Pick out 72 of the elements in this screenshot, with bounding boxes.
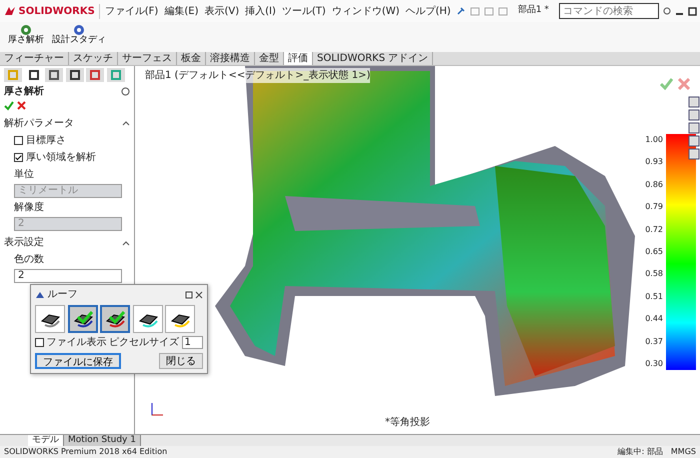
ok-icon[interactable] [4,101,14,111]
legend-label: 0.79 [645,201,663,214]
close-button[interactable]: 閉じる [159,352,203,368]
status-text: MMGS [670,446,696,458]
panel-icon [70,70,80,80]
menu-item[interactable]: 編集(E) [163,4,200,18]
field-label: 解像度 [13,200,45,214]
command-tab[interactable]: 評価 [284,52,313,65]
block-icon [72,308,94,328]
tool-button[interactable] [132,304,162,332]
tool-button[interactable] [68,304,98,332]
panel-icon [110,70,120,80]
app-icon [35,290,45,298]
maximize-icon[interactable] [184,290,192,298]
collapse-icon[interactable] [122,120,130,126]
ribbon-button[interactable]: 厚さ解析 [6,24,46,50]
axis-triad-icon [149,402,164,416]
panel-icon [8,70,18,80]
search-field[interactable]: コマンドの検索 [558,3,659,19]
logo-icon [4,6,16,16]
ribbon-button[interactable]: 設計スタディ [50,24,108,50]
checkbox[interactable]: ファイル表示 [35,335,106,350]
save-button[interactable]: ファイルに保存 [35,352,121,368]
block-icon [104,308,126,328]
legend-label: 0.86 [645,178,663,191]
close-icon[interactable] [195,290,203,298]
panel-icon [28,70,38,80]
view-label: *等角投影 [385,416,430,430]
legend-label: 0.37 [645,336,663,348]
tool-button[interactable] [35,304,65,332]
menu-item[interactable]: ヘルプ(H) [404,4,452,18]
checkbox[interactable]: 厚い領域を解析 [4,150,130,164]
maximize-icon[interactable] [688,6,697,16]
panel-tab[interactable] [66,68,84,82]
status-text: SOLIDWORKS Premium 2018 x64 Edition [4,446,168,458]
spin-field[interactable]: 2 [14,269,122,283]
tool-button[interactable] [100,304,130,332]
document-title: 部品1 * [518,4,549,18]
cancel-icon[interactable] [16,101,26,111]
panel-title: 厚さ解析 [4,84,44,99]
pin-icon[interactable] [456,6,466,16]
legend-label: 0.44 [645,313,663,326]
menu-item[interactable]: 挿入(I) [244,4,277,18]
field-label: 色の数 [13,253,45,267]
field-label: 単位 [13,168,35,182]
pixel-size-field[interactable]: 1 [182,336,203,349]
tree-path[interactable]: 部品1 (デフォルト<<デフォルト>_表示状態 1>) [145,68,370,83]
checkbox[interactable]: 目標厚さ [4,132,130,148]
status-text: 編集中: 部品 [618,446,663,458]
logo-text: SOLIDWORKS [18,4,95,18]
bottom-tab[interactable]: モデル [28,435,64,446]
bottom-tab[interactable]: Motion Study 1 [64,435,141,446]
legend-label: 0.93 [645,156,663,168]
collapse-icon[interactable] [122,240,130,246]
legend-label: 0.65 [645,246,663,258]
legend-label: 1.00 [645,134,663,146]
menu-item[interactable]: ウィンドウ(W) [330,4,401,18]
panel-tab[interactable] [45,68,63,82]
field-label: ピクセルサイズ [109,336,179,350]
tool-button[interactable] [165,304,195,332]
menu-item[interactable]: ツール(T) [280,4,327,18]
panel-icon [49,70,59,80]
legend-label: 0.51 [645,290,663,303]
dialog-title: ルーフ [48,288,78,302]
section-title: 解析パラメータ [4,116,74,130]
panel-icon [90,70,100,80]
section-title: 表示設定 [4,236,44,250]
legend-label: 0.30 [645,358,663,370]
legend-label: 0.72 [645,224,663,236]
menu-item[interactable]: 表示(V) [203,4,240,18]
legend-label: 0.58 [645,268,663,280]
menu-item[interactable]: ファイル(F) [104,4,160,18]
